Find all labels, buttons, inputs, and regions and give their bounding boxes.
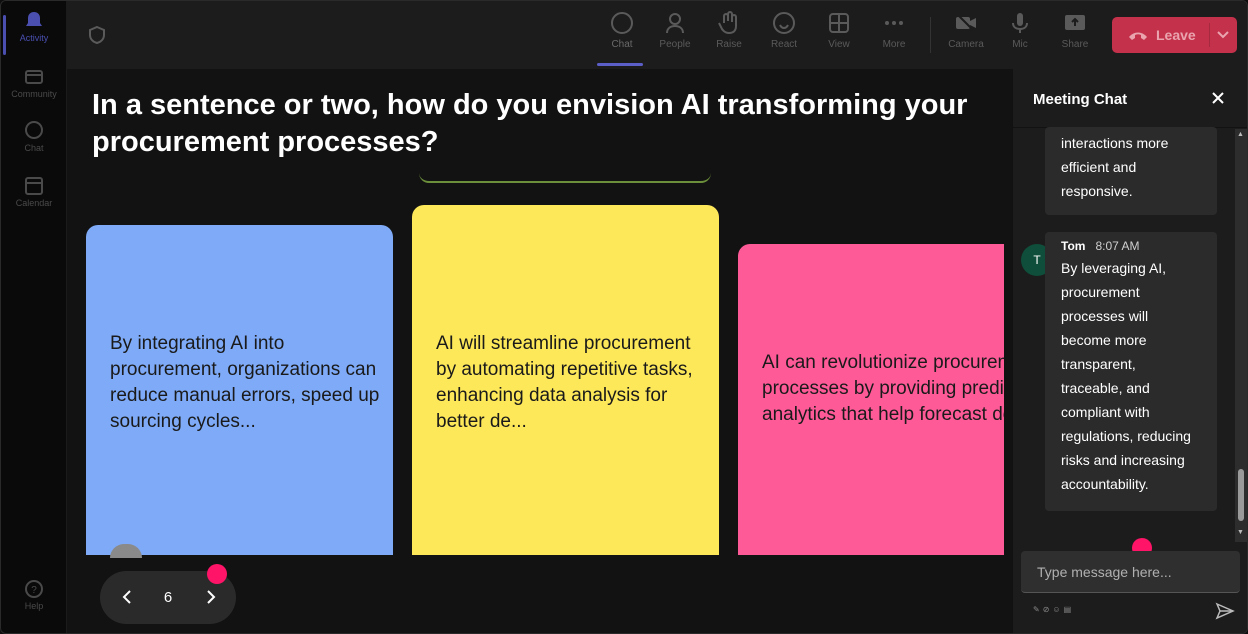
chat-message: interactions more efficient and responsi…: [1045, 127, 1217, 215]
people-button[interactable]: People: [650, 11, 700, 50]
response-card-text: By integrating AI into procurement, orga…: [110, 333, 380, 432]
calendar-icon: [25, 177, 43, 195]
leave-button[interactable]: Leave: [1112, 17, 1237, 53]
rail-item-calendar[interactable]: Calendar: [1, 176, 67, 208]
leave-split-divider: [1209, 23, 1210, 47]
chat-scrollbar[interactable]: ▲ ▼: [1235, 129, 1247, 542]
rail-item-help[interactable]: ? Help: [1, 579, 67, 611]
avatar-initial: T: [1033, 253, 1041, 267]
meeting-chat-panel: Meeting Chat interactions more efficient…: [1012, 69, 1247, 633]
share-button[interactable]: Share: [1050, 11, 1100, 50]
card-edge: [419, 171, 711, 183]
shield-icon[interactable]: [87, 25, 107, 45]
format-toolbar[interactable]: ✎⊘☺▤: [1033, 605, 1074, 614]
attach-icon[interactable]: ⊘: [1043, 605, 1053, 614]
toolbar-divider: [930, 17, 931, 53]
raise-button-label: Raise: [716, 39, 742, 50]
chat-message-text: interactions more efficient and responsi…: [1061, 135, 1169, 199]
rail-item-chat[interactable]: Chat: [1, 121, 67, 153]
click-marker: [207, 564, 227, 584]
camera-off-icon: [956, 13, 976, 33]
emoji-icon[interactable]: ☺: [1052, 605, 1063, 614]
emoji-icon: [773, 12, 795, 34]
gif-icon[interactable]: ▤: [1064, 605, 1075, 614]
rail-label: Community: [11, 89, 57, 99]
leave-button-label: Leave: [1156, 27, 1196, 43]
rail-item-activity[interactable]: Activity: [1, 11, 67, 55]
chevron-down-icon[interactable]: [1216, 27, 1230, 41]
chat-icon: [25, 121, 43, 139]
svg-text:?: ?: [31, 585, 37, 596]
react-button[interactable]: React: [759, 11, 809, 50]
response-card[interactable]: AI can revolutionize procurement process…: [738, 244, 1004, 555]
view-button[interactable]: View: [814, 11, 864, 50]
chevron-left-icon[interactable]: [118, 588, 136, 606]
more-icon: [885, 21, 903, 25]
question-title: In a sentence or two, how do you envisio…: [92, 89, 968, 158]
scroll-down-arrow[interactable]: ▼: [1237, 529, 1244, 536]
rail-label: Activity: [19, 33, 49, 43]
hang-up-icon: [1129, 32, 1147, 40]
scroll-up-arrow[interactable]: ▲: [1237, 131, 1244, 138]
meeting-window: Activity Community Chat Calendar ? Help …: [0, 0, 1248, 634]
share-button-label: Share: [1061, 39, 1089, 50]
format-icon[interactable]: ✎: [1033, 605, 1043, 614]
share-screen-icon: [1065, 15, 1085, 30]
response-card[interactable]: By integrating AI into procurement, orga…: [86, 225, 393, 555]
message-input-box[interactable]: [1021, 551, 1240, 593]
community-icon: [25, 70, 43, 84]
scrollbar-thumb[interactable]: [1238, 469, 1244, 521]
message-input[interactable]: [1021, 551, 1240, 592]
meeting-toolbar: Chat People Raise React View More Camera: [67, 1, 1247, 69]
chat-button-label: Chat: [611, 39, 633, 50]
grid-icon: [829, 13, 849, 33]
send-icon[interactable]: [1215, 601, 1235, 621]
rail-label: Chat: [24, 143, 44, 153]
raise-hand-button[interactable]: Raise: [704, 11, 754, 50]
response-card-text: AI will streamline procurement by automa…: [436, 333, 693, 432]
camera-button-label: Camera: [948, 39, 984, 50]
close-icon[interactable]: [1211, 91, 1225, 105]
app-rail: Activity Community Chat Calendar ? Help: [1, 1, 67, 633]
people-button-label: People: [659, 39, 691, 50]
people-icon: [666, 13, 684, 34]
page-number: 6: [163, 589, 173, 606]
chevron-right-icon[interactable]: [202, 588, 220, 606]
rail-label: Help: [24, 601, 44, 611]
mic-button[interactable]: Mic: [995, 11, 1045, 50]
bell-icon: [26, 12, 42, 26]
rail-item-community[interactable]: Community: [1, 67, 67, 99]
chat-message-text: By leveraging AI, procurement processes …: [1061, 260, 1191, 492]
chat-message-meta: Tom 8:07 AM: [1061, 238, 1201, 254]
more-button-label: More: [882, 39, 906, 50]
response-card-text: AI can revolutionize procurement process…: [762, 352, 1004, 425]
mic-button-label: Mic: [1012, 39, 1028, 50]
chat-button[interactable]: Chat: [597, 11, 647, 66]
camera-button[interactable]: Camera: [941, 11, 991, 50]
response-card[interactable]: AI will streamline procurement by automa…: [412, 205, 719, 555]
chat-message-time: 8:07 AM: [1095, 239, 1140, 253]
view-button-label: View: [828, 39, 850, 50]
help-icon: ?: [25, 580, 43, 598]
more-button[interactable]: More: [869, 11, 919, 50]
mic-icon: [1012, 13, 1028, 33]
chat-message: Tom 8:07 AM By leveraging AI, procurement…: [1045, 232, 1217, 511]
react-button-label: React: [770, 39, 798, 50]
chat-icon: [611, 12, 633, 34]
chat-message-author: Tom: [1061, 239, 1086, 253]
chat-panel-title: Meeting Chat: [1033, 91, 1128, 108]
rail-label: Calendar: [15, 198, 53, 208]
hand-icon: [718, 11, 737, 35]
